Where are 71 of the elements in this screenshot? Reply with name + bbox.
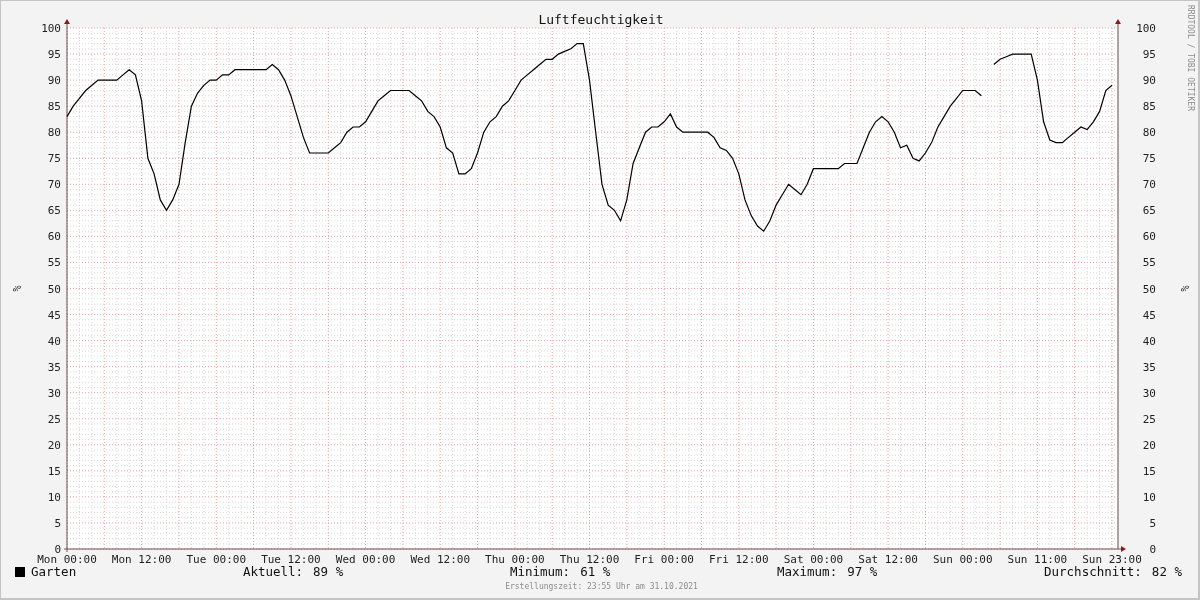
stat-label: Aktuell: bbox=[242, 563, 304, 581]
y-axis-label: 10 bbox=[1142, 490, 1156, 504]
x-axis-label: Thu 00:00 bbox=[485, 553, 545, 565]
x-axis-label: Mon 00:00 bbox=[37, 553, 97, 565]
y-axis-label: 25 bbox=[47, 412, 61, 426]
y-axis-label: 5 bbox=[54, 516, 61, 530]
y-axis-label: 80 bbox=[47, 126, 61, 140]
y-axis-label: 95 bbox=[47, 48, 61, 62]
y-axis-label: 45 bbox=[47, 308, 61, 322]
x-axis-label: Wed 12:00 bbox=[410, 553, 471, 565]
y-axis-label: 75 bbox=[47, 152, 61, 166]
stat-value: 89 % bbox=[313, 563, 344, 581]
y-axis-label: 50 bbox=[47, 282, 61, 296]
x-axis-label: Sat 00:00 bbox=[783, 553, 844, 565]
stat-label: Minimum: bbox=[509, 563, 571, 581]
x-axis-label: Thu 12:00 bbox=[559, 553, 620, 565]
y-axis-label: 40 bbox=[47, 334, 61, 348]
y-axis-title: % bbox=[1179, 285, 1190, 292]
y-axis-label: 100 bbox=[41, 22, 61, 35]
y-axis-label: 65 bbox=[47, 204, 61, 218]
stat-label: Durchschnitt: bbox=[1044, 563, 1142, 581]
y-axis-label: 55 bbox=[47, 256, 61, 270]
stat-value: 82 % bbox=[1151, 562, 1182, 581]
y-axis-label: 20 bbox=[47, 438, 61, 452]
x-axis-label: Fri 00:00 bbox=[634, 553, 694, 565]
y-axis-label: 40 bbox=[1142, 334, 1156, 348]
y-axis-label: 95 bbox=[1142, 48, 1156, 62]
x-axis-label: Sat 12:00 bbox=[858, 553, 918, 565]
x-axis-label: Sun 23:00 bbox=[1082, 553, 1142, 565]
y-axis-label: 60 bbox=[1142, 230, 1156, 244]
stat-value: 97 % bbox=[847, 563, 878, 581]
y-axis-title: % bbox=[11, 285, 22, 292]
stat-label: Maximum: bbox=[776, 563, 838, 581]
y-axis-label: 70 bbox=[47, 178, 61, 192]
creation-time-text: Erstellungszeit: 23:55 Uhr am 31.10.2021 bbox=[504, 581, 698, 593]
y-axis-label: 15 bbox=[47, 464, 61, 478]
stat-value: 61 % bbox=[580, 563, 611, 581]
chart-title: Luftfeuchtigkeit bbox=[538, 12, 664, 27]
y-axis-label: 100 bbox=[1136, 22, 1156, 35]
y-axis-label: 80 bbox=[1142, 126, 1156, 140]
x-axis-label: Mon 12:00 bbox=[111, 553, 172, 565]
y-axis-label: 90 bbox=[1142, 74, 1156, 88]
y-axis-label: 10 bbox=[47, 490, 61, 504]
legend-label: Garten bbox=[31, 563, 77, 581]
y-axis-label: 30 bbox=[1142, 386, 1156, 400]
y-axis-label: 90 bbox=[47, 74, 61, 88]
y-axis-label: 0 bbox=[1149, 543, 1156, 556]
y-axis-label: 5 bbox=[1149, 516, 1156, 530]
x-axis-label: Fri 12:00 bbox=[709, 553, 769, 565]
y-axis-label: 20 bbox=[1142, 438, 1156, 452]
x-axis-label: Sun 00:00 bbox=[932, 553, 993, 565]
x-axis-label: Tue 00:00 bbox=[186, 553, 247, 565]
y-axis-label: 85 bbox=[47, 100, 61, 114]
y-axis-label: 65 bbox=[1142, 204, 1156, 218]
y-axis-label: 70 bbox=[1142, 178, 1156, 192]
y-axis-label: 30 bbox=[47, 386, 61, 400]
y-axis-label: 60 bbox=[47, 230, 61, 244]
y-axis-label: 15 bbox=[1142, 464, 1156, 478]
x-axis-label: Wed 00:00 bbox=[335, 553, 396, 565]
y-axis-label: 50 bbox=[1142, 282, 1156, 296]
y-axis-label: 45 bbox=[1142, 308, 1156, 322]
x-axis-label: Tue 12:00 bbox=[261, 553, 321, 565]
y-axis-label: 75 bbox=[1142, 152, 1156, 166]
y-axis-label: 85 bbox=[1142, 100, 1156, 114]
x-axis-label: Sun 11:00 bbox=[1007, 553, 1068, 565]
credit-text: RRDTOOL / TOBI OETIKER bbox=[1186, 5, 1195, 111]
y-axis-label: 55 bbox=[1142, 256, 1156, 270]
y-axis-label: 25 bbox=[1142, 412, 1156, 426]
y-axis-label: 35 bbox=[1142, 360, 1156, 374]
y-axis-label: 35 bbox=[47, 360, 61, 374]
y-axis-label: 0 bbox=[54, 543, 61, 556]
